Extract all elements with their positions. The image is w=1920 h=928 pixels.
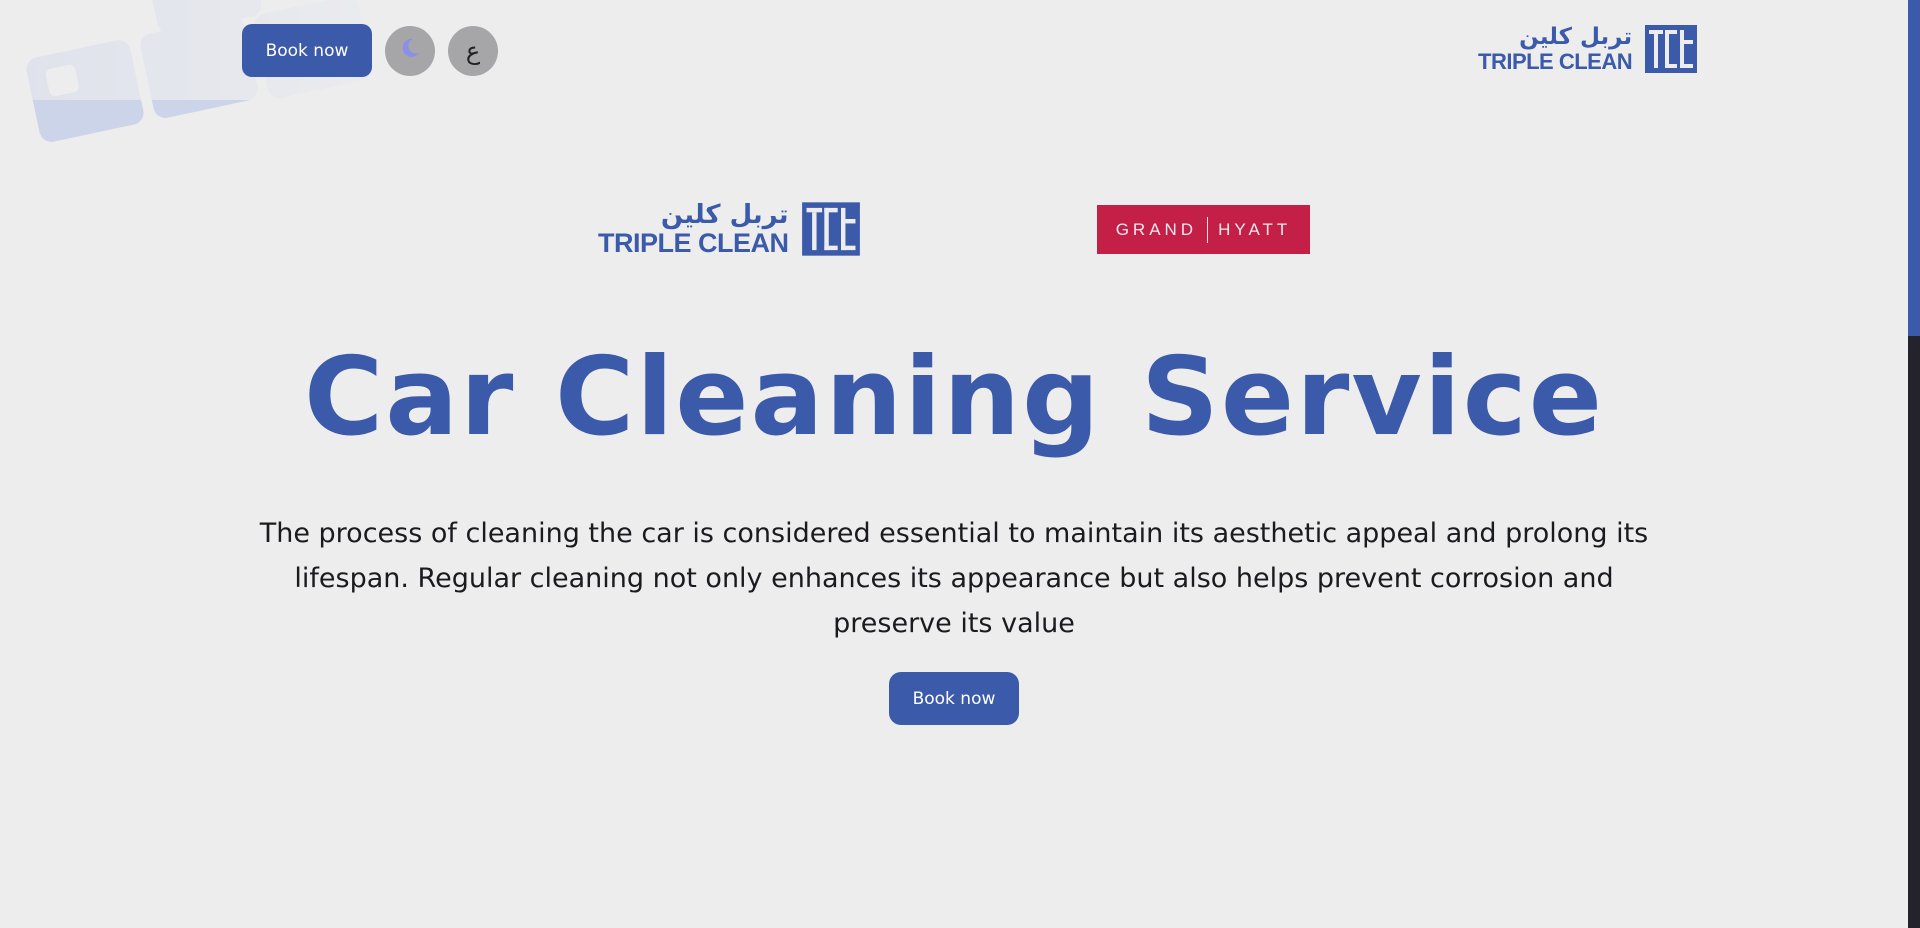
partner-logo-text: تربل كلين TRIPLE CLEAN — [598, 202, 789, 257]
hyatt-divider — [1207, 216, 1209, 243]
page: Book now ع تربل كلين TRIPLE CLEAN تربل ك… — [0, 0, 1920, 928]
logo-english-name: TRIPLE CLEAN — [1478, 48, 1633, 74]
moon-icon — [398, 36, 422, 66]
partner-arabic-name: تربل كلين — [660, 199, 789, 230]
hero-book-now-button[interactable]: Book now — [889, 672, 1019, 725]
hyatt-left-word: GRAND — [1115, 219, 1198, 239]
logo-arabic-name: تربل كلين — [1519, 23, 1633, 50]
partner-logo-triple-clean: تربل كلين TRIPLE CLEAN — [598, 200, 861, 258]
partner-logo-grand-hyatt: GRAND HYATT — [1097, 205, 1310, 254]
logo-mark-icon — [1645, 25, 1698, 73]
hero-title: Car Cleaning Service — [303, 335, 1605, 460]
scrollbar-thumb[interactable] — [1908, 0, 1920, 336]
site-logo[interactable]: تربل كلين TRIPLE CLEAN — [1478, 24, 1698, 74]
language-toggle-button[interactable]: ع — [448, 25, 498, 76]
hyatt-right-word: HYATT — [1218, 219, 1292, 239]
header-actions: Book now ع — [242, 24, 498, 77]
logo-text: تربل كلين TRIPLE CLEAN — [1478, 23, 1633, 74]
header-book-now-button[interactable]: Book now — [242, 24, 372, 77]
partner-logo-mark-icon — [801, 202, 860, 256]
hero-description: The process of cleaning the car is consi… — [259, 518, 1649, 639]
theme-toggle-button[interactable] — [385, 25, 435, 76]
partner-english-name: TRIPLE CLEAN — [598, 227, 789, 258]
